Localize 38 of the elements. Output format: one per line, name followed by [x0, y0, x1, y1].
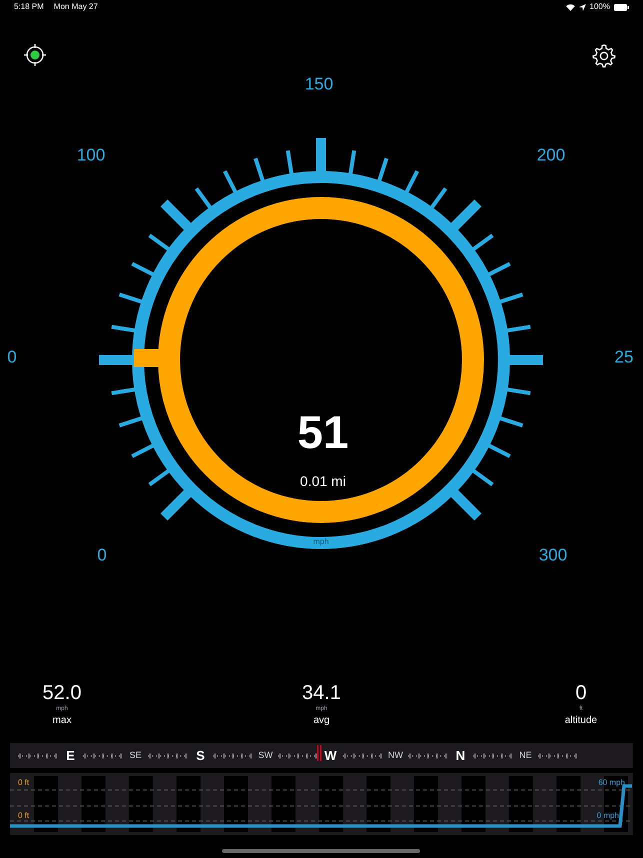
speed-reading: 51	[297, 406, 349, 458]
battery-percent: 100%	[590, 1, 610, 13]
stat-value: 52.0	[42, 682, 82, 704]
settings-button[interactable]	[590, 42, 618, 70]
altitude-max-label: 0 ft	[18, 777, 30, 789]
location-arrow-icon	[578, 4, 586, 10]
compass-heading: E	[66, 746, 75, 765]
compass-heading: SE	[129, 748, 142, 762]
compass-heading: NW	[388, 748, 403, 762]
compass-heading: SW	[258, 748, 273, 762]
dial-label: 0	[7, 347, 17, 366]
location-button[interactable]	[22, 42, 48, 68]
dial-label: 200	[536, 145, 566, 164]
crosshair-icon	[23, 43, 47, 67]
speed-min-label: 0 mph	[596, 811, 619, 821]
stat-label: max	[52, 714, 72, 728]
stat-value: 34.1	[302, 682, 341, 704]
dial-label: 25	[614, 347, 634, 366]
battery-icon	[614, 4, 629, 10]
stat-value: 0	[575, 682, 587, 704]
settings-icon	[591, 43, 617, 69]
compass-heading: S	[196, 746, 205, 765]
stat-label: altitude	[564, 714, 598, 728]
speed-max-label: 60 mph	[598, 777, 625, 789]
compass-heading: N	[456, 746, 466, 765]
altitude-min-label: 0 ft	[18, 811, 30, 821]
wifi-icon	[566, 4, 575, 10]
dial-label: 0	[97, 545, 107, 564]
distance-reading: 0.01 mi	[300, 473, 346, 489]
compass-heading: NE	[519, 748, 532, 762]
dial-label: 300	[538, 545, 568, 564]
dial-label: 100	[76, 145, 106, 164]
compass-heading: W	[324, 746, 337, 765]
dial-label: 150	[304, 74, 334, 94]
status-time: 5:18 PM	[14, 1, 44, 13]
status-date: Mon May 27	[54, 1, 98, 13]
stat-label: avg	[313, 714, 330, 728]
unit-label: mph	[313, 537, 329, 546]
